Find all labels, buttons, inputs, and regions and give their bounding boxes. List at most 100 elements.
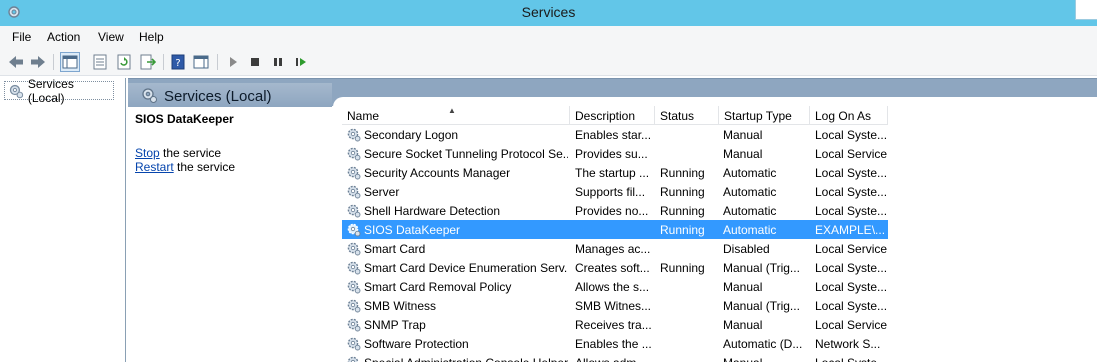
cell-status: Running xyxy=(660,223,705,237)
table-row[interactable]: Security Accounts Manager The startup ...… xyxy=(342,163,888,182)
cell-name: Smart Card Removal Policy xyxy=(364,280,512,294)
svg-text:?: ? xyxy=(175,58,180,69)
stop-icon[interactable] xyxy=(245,52,265,72)
column-header-startup-type[interactable]: Startup Type xyxy=(719,106,810,125)
service-gear-icon xyxy=(347,185,361,199)
cell-logon: Local Syste... xyxy=(815,261,887,275)
menu-help[interactable]: Help xyxy=(139,30,164,44)
table-row[interactable]: Secure Socket Tunneling Protocol Se... Pr… xyxy=(342,144,888,163)
gear-icon xyxy=(9,84,24,98)
tree-item-services-local[interactable]: Services (Local) xyxy=(4,77,114,105)
column-header-label: Status xyxy=(660,109,695,123)
cell-status: Running xyxy=(660,261,705,275)
stop-service-link[interactable]: Stop xyxy=(135,146,160,160)
cell-status: Running xyxy=(660,204,705,218)
cell-name: Security Accounts Manager xyxy=(364,166,511,180)
table-row[interactable]: Server Supports fil... Running Automatic Loc… xyxy=(342,182,888,201)
back-arrow-icon[interactable] xyxy=(6,52,26,72)
help-icon[interactable]: ? xyxy=(168,52,188,72)
show-action-pane-icon[interactable] xyxy=(191,52,211,72)
table-row[interactable]: Smart Card Removal Policy Allows the s...… xyxy=(342,277,888,296)
service-gear-icon xyxy=(347,280,361,294)
column-header-status[interactable]: Status xyxy=(655,106,719,125)
cell-name: SIOS DataKeeper xyxy=(364,223,461,237)
menu-file[interactable]: File xyxy=(12,30,31,44)
cell-description: Provides su... xyxy=(575,147,648,161)
table-row[interactable]: Special Administration Console Helper All… xyxy=(342,353,888,362)
cell-logon: Local Syste... xyxy=(815,204,887,218)
service-gear-icon xyxy=(347,337,361,351)
restart-action-text: the service xyxy=(173,160,236,174)
column-header-label: Description xyxy=(575,109,636,123)
toolbar-separator xyxy=(53,54,54,70)
column-header-label: Name xyxy=(347,109,380,123)
service-gear-icon xyxy=(347,261,361,275)
title-bar: Services xyxy=(0,0,1097,26)
column-header-log-on-as[interactable]: Log On As xyxy=(810,106,888,125)
cell-description: Enables star... xyxy=(575,128,652,142)
table-row[interactable]: Smart Card Device Enumeration Serv... Cre… xyxy=(342,258,888,277)
cell-description: Supports fil... xyxy=(575,185,646,199)
cell-status: Running xyxy=(660,185,705,199)
cell-startup: Manual xyxy=(723,280,763,294)
restart-service-link[interactable]: Restart xyxy=(135,160,174,174)
cell-description: The startup ... xyxy=(575,166,650,180)
menu-bar: File Action View Help xyxy=(0,26,1097,48)
column-header-label: Startup Type xyxy=(724,109,792,123)
pause-icon[interactable] xyxy=(268,52,288,72)
cell-startup: Manual xyxy=(723,318,763,332)
table-row[interactable]: Shell Hardware Detection Provides no... Ru… xyxy=(342,201,888,220)
cell-name: Server xyxy=(364,185,400,199)
cell-logon: Network S... xyxy=(815,337,881,351)
service-gear-icon xyxy=(347,356,359,362)
table-row[interactable]: SNMP Trap Receives tra... Manual Local Serv… xyxy=(342,315,888,334)
cell-startup: Automatic xyxy=(723,204,777,218)
column-header-label: Log On As xyxy=(815,109,872,123)
show-hide-tree-icon[interactable] xyxy=(60,52,80,72)
window-title: Services xyxy=(521,4,576,20)
play-icon[interactable] xyxy=(223,52,243,72)
table-row[interactable]: SIOS DataKeeper Running Automatic EXAMPLE\.… xyxy=(342,220,888,239)
cell-startup: Automatic xyxy=(723,223,777,237)
cell-description: Manages ac... xyxy=(575,242,651,256)
service-gear-icon xyxy=(347,299,361,313)
cell-logon: Local Syste... xyxy=(815,128,887,142)
cell-logon: Local Syste... xyxy=(815,299,887,313)
table-row[interactable]: Smart Card Manages ac... Disabled Local Ser… xyxy=(342,239,888,258)
pane-title: Services (Local) xyxy=(164,88,272,105)
table-row[interactable]: SMB Witness SMB Witnes... Manual (Trig... L… xyxy=(342,296,888,315)
service-gear-icon xyxy=(347,147,361,161)
export-list-icon[interactable] xyxy=(138,52,158,72)
menu-action[interactable]: Action xyxy=(47,30,80,44)
properties-icon[interactable] xyxy=(90,52,110,72)
cell-description: Provides no... xyxy=(575,204,649,218)
cell-description: Allows the s... xyxy=(575,280,650,294)
sort-ascending-icon: ▲ xyxy=(448,106,456,115)
refresh-icon[interactable] xyxy=(114,52,134,72)
column-header-name[interactable]: Name ▲ xyxy=(342,106,570,125)
table-row[interactable]: Secondary Logon Enables star... Manual Loca… xyxy=(342,125,888,144)
resume-icon[interactable] xyxy=(291,52,311,72)
cell-startup: Disabled xyxy=(723,242,770,256)
gear-icon xyxy=(142,88,157,103)
menu-view[interactable]: View xyxy=(98,30,124,44)
cell-logon: Local Syste... xyxy=(815,356,887,362)
column-header-description[interactable]: Description xyxy=(570,106,655,125)
window-control-button[interactable] xyxy=(1075,0,1097,20)
table-row[interactable]: Software Protection Enables the ... Automa… xyxy=(342,334,888,353)
cell-logon: Local Service xyxy=(815,242,887,256)
cell-logon: Local Syste... xyxy=(815,166,887,180)
console-tree: Services (Local) xyxy=(0,77,126,362)
cell-startup: Manual (Trig... xyxy=(723,299,800,313)
cell-name: SMB Witness xyxy=(364,299,437,313)
toolbar-separator xyxy=(163,54,164,70)
service-gear-icon xyxy=(347,318,361,332)
cell-logon: Local Syste... xyxy=(815,185,887,199)
cell-description: Enables the ... xyxy=(575,337,652,351)
cell-logon: Local Service xyxy=(815,147,887,161)
cell-startup: Manual xyxy=(723,147,763,161)
forward-arrow-icon[interactable] xyxy=(28,52,48,72)
restart-action-line: Restart the service xyxy=(135,160,325,174)
cell-description: SMB Witnes... xyxy=(575,299,652,313)
content-pane: Services (Local) SIOS DataKeeper Stop th… xyxy=(128,78,1097,362)
